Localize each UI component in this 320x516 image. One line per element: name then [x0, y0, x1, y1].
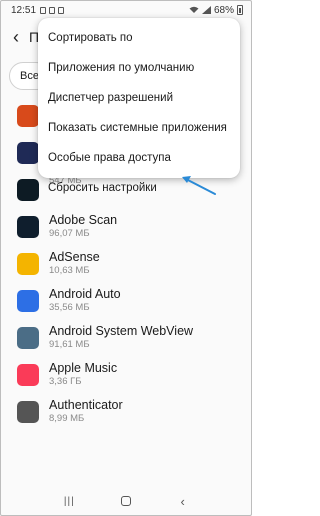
- phone-screen: 12:51 68% ‹ П Все 547 МБ Adobe Scan 96,07 …: [0, 0, 252, 516]
- back-icon[interactable]: ‹: [173, 491, 193, 511]
- recent-apps-icon[interactable]: |||: [59, 491, 79, 511]
- home-icon: [120, 496, 131, 506]
- navigation-bar: ||| ‹: [1, 487, 251, 515]
- home-button[interactable]: [116, 491, 136, 511]
- annotation-arrow-icon: [182, 176, 216, 195]
